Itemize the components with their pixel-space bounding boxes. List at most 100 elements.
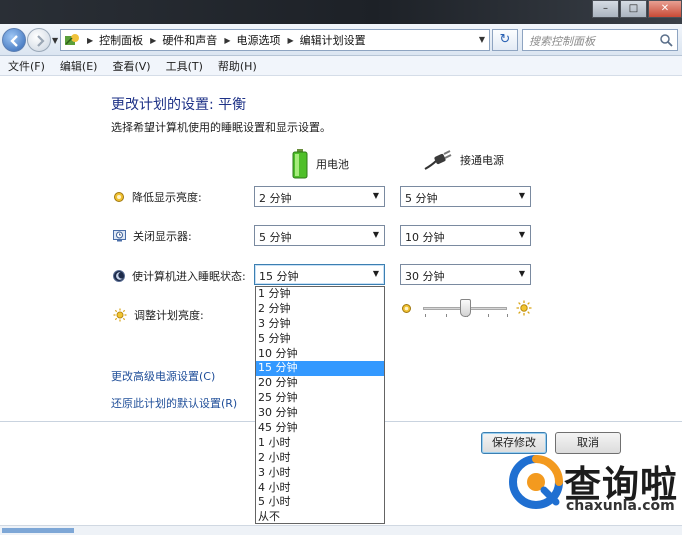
minimize-button[interactable]: – [592, 0, 619, 18]
menu-bar: 文件(F) 编辑(E) 查看(V) 工具(T) 帮助(H) [0, 56, 682, 76]
dropdown-option[interactable]: 20 分钟 [256, 376, 384, 391]
close-button[interactable]: ✕ [648, 0, 682, 18]
maximize-button[interactable]: □ [620, 0, 647, 18]
chevron-right-icon[interactable]: ▶ [287, 36, 293, 45]
dropdown-option[interactable]: 5 分钟 [256, 332, 384, 347]
selected-value: 5 分钟 [259, 231, 292, 244]
slider-tick [507, 314, 508, 317]
arrow-left-icon [10, 35, 18, 47]
menu-edit[interactable]: 编辑(E) [52, 58, 105, 74]
watermark-domain: chaxunla.com [566, 498, 675, 514]
power-plug-icon [424, 150, 452, 170]
dropdown-arrow-icon: ▼ [372, 191, 379, 200]
window-controls: – □ ✕ [591, 0, 682, 20]
dropdown-arrow-icon: ▼ [518, 230, 525, 239]
chevron-right-icon[interactable]: ▶ [224, 36, 230, 45]
search-input[interactable]: 搜索控制面板 [522, 29, 678, 51]
back-button[interactable] [2, 28, 26, 52]
dim-display-plugged-select[interactable]: 5 分钟 ▼ [400, 186, 531, 207]
watermark: 查询啦 chaxunla.com [508, 450, 682, 535]
slider-thumb[interactable] [459, 299, 471, 317]
status-indicator [2, 528, 74, 533]
selected-value: 10 分钟 [405, 231, 445, 244]
brightness-slider-plugged[interactable] [401, 299, 533, 317]
dropdown-option[interactable]: 从不 [256, 510, 384, 525]
dim-display-label: 降低显示亮度: [132, 191, 202, 204]
page-title: 更改计划的设置: 平衡 [111, 97, 247, 113]
refresh-button[interactable]: ↻ [492, 29, 518, 51]
dropdown-option[interactable]: 30 分钟 [256, 406, 384, 421]
restore-defaults-link[interactable]: 还原此计划的默认设置(R) [111, 395, 237, 411]
selected-value: 30 分钟 [405, 270, 445, 283]
dim-display-battery-select[interactable]: 2 分钟 ▼ [254, 186, 385, 207]
turn-off-display-plugged-select[interactable]: 10 分钟 ▼ [400, 225, 531, 246]
dropdown-arrow-icon: ▼ [518, 191, 525, 200]
row-dim-display: 降低显示亮度: [113, 189, 202, 205]
dropdown-option-selected[interactable]: 15 分钟 [256, 361, 384, 377]
turn-off-display-label: 关闭显示器: [133, 230, 192, 243]
slider-tick [446, 314, 447, 317]
dropdown-option[interactable]: 2 分钟 [256, 302, 384, 317]
moon-icon [113, 270, 125, 282]
dropdown-arrow-icon: ▼ [372, 230, 379, 239]
advanced-power-settings-link[interactable]: 更改高级电源设置(C) [111, 368, 215, 384]
dropdown-option[interactable]: 25 分钟 [256, 391, 384, 406]
dropdown-option[interactable]: 45 分钟 [256, 421, 384, 436]
dropdown-option[interactable]: 4 小时 [256, 481, 384, 496]
dim-sun-icon [402, 304, 411, 313]
watermark-logo-icon [509, 455, 563, 509]
dropdown-option[interactable]: 10 分钟 [256, 347, 384, 362]
window-title-bar: – □ ✕ [0, 0, 682, 24]
breadcrumb-control-panel[interactable]: 控制面板 [99, 32, 143, 48]
sleep-battery-dropdown-list: 1 分钟 2 分钟 3 分钟 5 分钟 10 分钟 15 分钟 20 分钟 25… [255, 286, 385, 524]
breadcrumb-hardware-sound[interactable]: 硬件和声音 [162, 32, 217, 48]
column-header-plugged: 接通电源 [424, 149, 504, 171]
monitor-clock-icon [113, 230, 126, 242]
menu-help[interactable]: 帮助(H) [210, 58, 264, 74]
chevron-right-icon[interactable]: ▶ [150, 36, 156, 45]
sun-icon [113, 308, 127, 322]
search-icon[interactable] [659, 33, 673, 47]
search-placeholder: 搜索控制面板 [529, 35, 595, 48]
refresh-icon: ↻ [499, 32, 511, 47]
address-toolbar: ▼ ▶ 控制面板 ▶ 硬件和声音 ▶ 电源选项 ▶ 编辑计划设置 ▼ ↻ 搜索控… [0, 24, 682, 56]
menu-file[interactable]: 文件(F) [0, 58, 52, 74]
breadcrumb-power-options[interactable]: 电源选项 [236, 32, 280, 48]
slider-tick [488, 314, 489, 317]
control-panel-icon [65, 34, 79, 45]
dropdown-option[interactable]: 1 小时 [256, 436, 384, 451]
dropdown-option[interactable]: 2 小时 [256, 451, 384, 466]
row-sleep: 使计算机进入睡眠状态: [113, 268, 246, 284]
dropdown-option[interactable]: 5 小时 [256, 495, 384, 510]
column-label-battery: 用电池 [316, 158, 349, 171]
chevron-right-icon: ▶ [87, 35, 94, 45]
selected-value: 2 分钟 [259, 192, 292, 205]
dropdown-arrow-icon: ▼ [372, 269, 379, 278]
dim-brightness-icon [114, 192, 124, 202]
dropdown-option[interactable]: 3 分钟 [256, 317, 384, 332]
column-label-plugged: 接通电源 [460, 154, 504, 167]
plan-brightness-label: 调整计划亮度: [134, 309, 204, 322]
bright-sun-icon [516, 300, 532, 316]
forward-button[interactable] [27, 28, 51, 52]
sleep-label: 使计算机进入睡眠状态: [132, 270, 246, 283]
turn-off-display-battery-select[interactable]: 5 分钟 ▼ [254, 225, 385, 246]
dropdown-option[interactable]: 1 分钟 [256, 287, 384, 302]
dropdown-arrow-icon: ▼ [518, 269, 525, 278]
row-turn-off-display: 关闭显示器: [113, 228, 192, 244]
recent-pages-dropdown[interactable]: ▼ [52, 36, 58, 45]
sleep-plugged-select[interactable]: 30 分钟 ▼ [400, 264, 531, 285]
selected-value: 5 分钟 [405, 192, 438, 205]
column-header-battery: 用电池 [292, 149, 349, 179]
row-plan-brightness: 调整计划亮度: [113, 307, 204, 323]
address-box[interactable]: ▶ 控制面板 ▶ 硬件和声音 ▶ 电源选项 ▶ 编辑计划设置 ▼ [60, 29, 490, 51]
arrow-right-icon [37, 35, 45, 47]
menu-view[interactable]: 查看(V) [104, 58, 157, 74]
breadcrumb-edit-plan[interactable]: 编辑计划设置 [300, 32, 366, 48]
selected-value: 15 分钟 [259, 270, 299, 283]
dropdown-option[interactable]: 3 小时 [256, 466, 384, 481]
menu-tools[interactable]: 工具(T) [158, 58, 210, 74]
sleep-battery-select[interactable]: 15 分钟 ▼ [254, 264, 385, 285]
battery-icon [292, 149, 308, 179]
address-dropdown-icon[interactable]: ▼ [479, 35, 485, 44]
